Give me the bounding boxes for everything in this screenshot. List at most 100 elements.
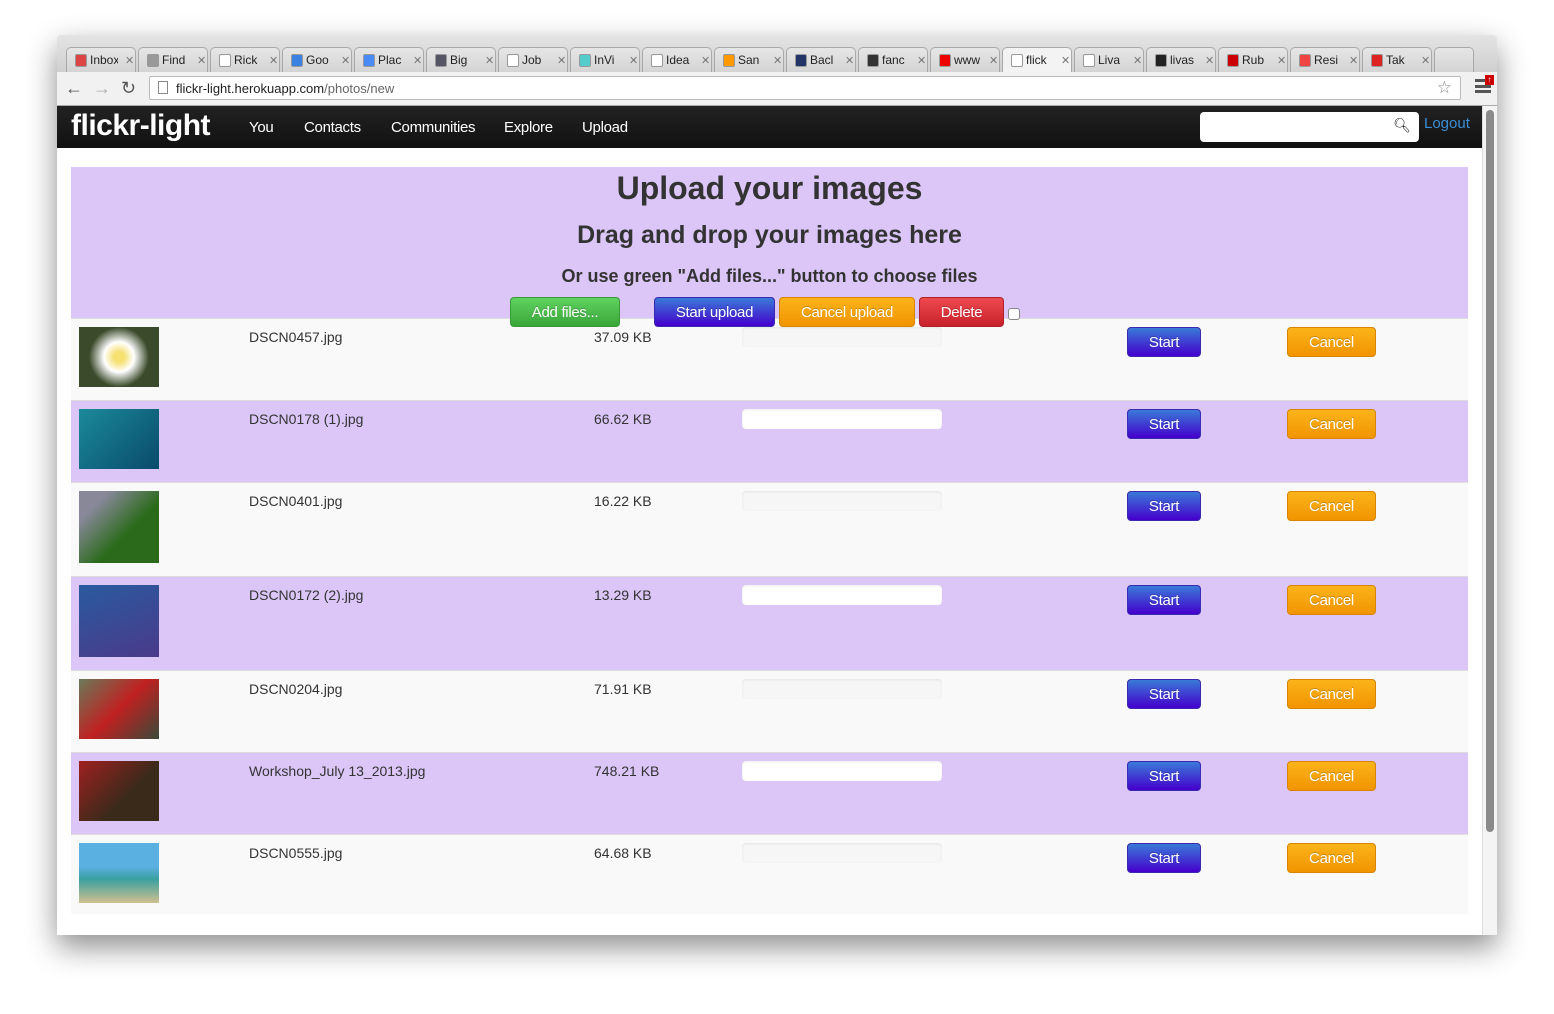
tab-label: flick bbox=[1026, 53, 1047, 67]
close-tab-icon[interactable]: ✕ bbox=[701, 54, 710, 67]
cancel-button[interactable]: Cancel bbox=[1287, 761, 1376, 791]
tab-label: Liva bbox=[1098, 53, 1121, 67]
bolt-icon bbox=[867, 53, 879, 67]
browser-tab[interactable]: Inbox ✕ bbox=[66, 47, 136, 72]
search-icon[interactable]: 🔍︎ bbox=[1393, 117, 1411, 134]
nav-explore[interactable]: Explore bbox=[504, 119, 553, 136]
tab-label: Plac bbox=[378, 53, 402, 67]
browser-tab[interactable]: Rub ✕ bbox=[1218, 47, 1288, 72]
reload-icon[interactable]: ↻ bbox=[121, 78, 136, 99]
browser-tab[interactable]: Find ✕ bbox=[138, 47, 208, 72]
browser-tab[interactable]: Goo ✕ bbox=[282, 47, 352, 72]
tab-label: Rub bbox=[1242, 53, 1265, 67]
browser-tab[interactable]: Bacl ✕ bbox=[786, 47, 856, 72]
cancel-button[interactable]: Cancel bbox=[1287, 409, 1376, 439]
close-tab-icon[interactable]: ✕ bbox=[773, 54, 782, 67]
file-name: Workshop_July 13_2013.jpg bbox=[249, 763, 426, 779]
search-input[interactable]: 🔍︎ bbox=[1200, 112, 1419, 142]
close-tab-icon[interactable]: ✕ bbox=[269, 54, 278, 67]
tab-label: Resi bbox=[1314, 53, 1339, 67]
start-button[interactable]: Start bbox=[1127, 491, 1201, 521]
start-button[interactable]: Start bbox=[1127, 327, 1201, 357]
start-button[interactable]: Start bbox=[1127, 761, 1201, 791]
file-row: DSCN0172 (2).jpg 13.29 KB Start Cancel bbox=[71, 576, 1468, 670]
nav-you[interactable]: You bbox=[249, 119, 274, 136]
select-all-checkbox[interactable] bbox=[1008, 308, 1020, 320]
url-host: flickr-light.herokuapp.com bbox=[176, 81, 325, 96]
browser-tab[interactable]: flick ✕ bbox=[1002, 47, 1072, 72]
close-tab-icon[interactable]: ✕ bbox=[197, 54, 206, 67]
close-tab-icon[interactable]: ✕ bbox=[629, 54, 638, 67]
tab-label: www bbox=[954, 53, 980, 67]
apple-icon bbox=[1371, 53, 1383, 67]
address-bar[interactable]: flickr-light.herokuapp.com/photos/new ☆ bbox=[149, 76, 1461, 100]
page-icon bbox=[158, 81, 168, 94]
page-icon bbox=[1083, 53, 1095, 67]
nav-communities[interactable]: Communities bbox=[391, 119, 476, 136]
back-icon[interactable]: ← bbox=[65, 78, 83, 99]
bookmark-star-icon[interactable]: ☆ bbox=[1437, 78, 1452, 98]
browser-tab[interactable]: Liva ✕ bbox=[1074, 47, 1144, 72]
nav-upload[interactable]: Upload bbox=[582, 119, 628, 136]
browser-tab[interactable]: fanc ✕ bbox=[858, 47, 928, 72]
close-tab-icon[interactable]: ✕ bbox=[1133, 54, 1142, 67]
cancel-upload-button[interactable]: Cancel upload bbox=[779, 297, 915, 327]
upload-progress-bar bbox=[742, 491, 942, 511]
file-size: 66.62 KB bbox=[594, 411, 652, 427]
browser-window: Inbox ✕ Find ✕ Rick ✕ Goo ✕ Plac ✕ Big ✕ Job ✕ InVi ✕ Id… bbox=[57, 35, 1497, 935]
start-button[interactable]: Start bbox=[1127, 843, 1201, 873]
browser-tab[interactable]: www ✕ bbox=[930, 47, 1000, 72]
tab-label: Goo bbox=[306, 53, 329, 67]
start-button[interactable]: Start bbox=[1127, 585, 1201, 615]
start-button[interactable]: Start bbox=[1127, 679, 1201, 709]
browser-menu-icon[interactable]: ↑ bbox=[1475, 75, 1494, 93]
close-tab-icon[interactable]: ✕ bbox=[917, 54, 926, 67]
upload-progress-bar bbox=[742, 843, 942, 863]
close-tab-icon[interactable]: ✕ bbox=[845, 54, 854, 67]
close-tab-icon[interactable]: ✕ bbox=[1061, 54, 1070, 67]
browser-tab[interactable]: Big ✕ bbox=[426, 47, 496, 72]
delete-button[interactable]: Delete bbox=[919, 297, 1004, 327]
start-button[interactable]: Start bbox=[1127, 409, 1201, 439]
browser-tab[interactable]: livas ✕ bbox=[1146, 47, 1216, 72]
browser-tab[interactable]: Tak ✕ bbox=[1362, 47, 1432, 72]
cancel-button[interactable]: Cancel bbox=[1287, 679, 1376, 709]
cancel-button[interactable]: Cancel bbox=[1287, 585, 1376, 615]
close-tab-icon[interactable]: ✕ bbox=[989, 54, 998, 67]
file-name: DSCN0204.jpg bbox=[249, 681, 343, 697]
browser-tab[interactable]: Resi ✕ bbox=[1290, 47, 1360, 72]
file-thumbnail bbox=[79, 327, 159, 387]
close-tab-icon[interactable]: ✕ bbox=[485, 54, 494, 67]
new-tab-button[interactable] bbox=[1434, 47, 1474, 72]
upload-dropzone[interactable]: Upload your images Drag and drop your im… bbox=[71, 167, 1468, 318]
add-files-button[interactable]: Add files... bbox=[510, 297, 620, 327]
brand-logo[interactable]: flickr-light bbox=[71, 109, 211, 143]
browser-tab[interactable]: San ✕ bbox=[714, 47, 784, 72]
cancel-button[interactable]: Cancel bbox=[1287, 843, 1376, 873]
close-tab-icon[interactable]: ✕ bbox=[557, 54, 566, 67]
cancel-button[interactable]: Cancel bbox=[1287, 327, 1376, 357]
close-tab-icon[interactable]: ✕ bbox=[1421, 54, 1430, 67]
close-tab-icon[interactable]: ✕ bbox=[1205, 54, 1214, 67]
browser-tab[interactable]: Rick ✕ bbox=[210, 47, 280, 72]
tab-label: Bacl bbox=[810, 53, 834, 67]
forward-icon[interactable]: → bbox=[93, 78, 111, 99]
browser-tab[interactable]: Plac ✕ bbox=[354, 47, 424, 72]
upload-progress-bar bbox=[742, 585, 942, 605]
gmail-icon bbox=[75, 53, 87, 67]
start-upload-button[interactable]: Start upload bbox=[654, 297, 775, 327]
page-title: Upload your images bbox=[616, 170, 923, 206]
logout-link[interactable]: Logout bbox=[1424, 115, 1470, 132]
close-tab-icon[interactable]: ✕ bbox=[1277, 54, 1286, 67]
close-tab-icon[interactable]: ✕ bbox=[341, 54, 350, 67]
scrollbar-thumb[interactable] bbox=[1486, 110, 1494, 832]
close-tab-icon[interactable]: ✕ bbox=[125, 54, 134, 67]
cancel-button[interactable]: Cancel bbox=[1287, 491, 1376, 521]
browser-tab[interactable]: Idea ✕ bbox=[642, 47, 712, 72]
browser-tab[interactable]: Job ✕ bbox=[498, 47, 568, 72]
browser-tab[interactable]: InVi ✕ bbox=[570, 47, 640, 72]
close-tab-icon[interactable]: ✕ bbox=[1349, 54, 1358, 67]
scrollbar[interactable] bbox=[1482, 106, 1497, 935]
nav-contacts[interactable]: Contacts bbox=[304, 119, 361, 136]
close-tab-icon[interactable]: ✕ bbox=[413, 54, 422, 67]
